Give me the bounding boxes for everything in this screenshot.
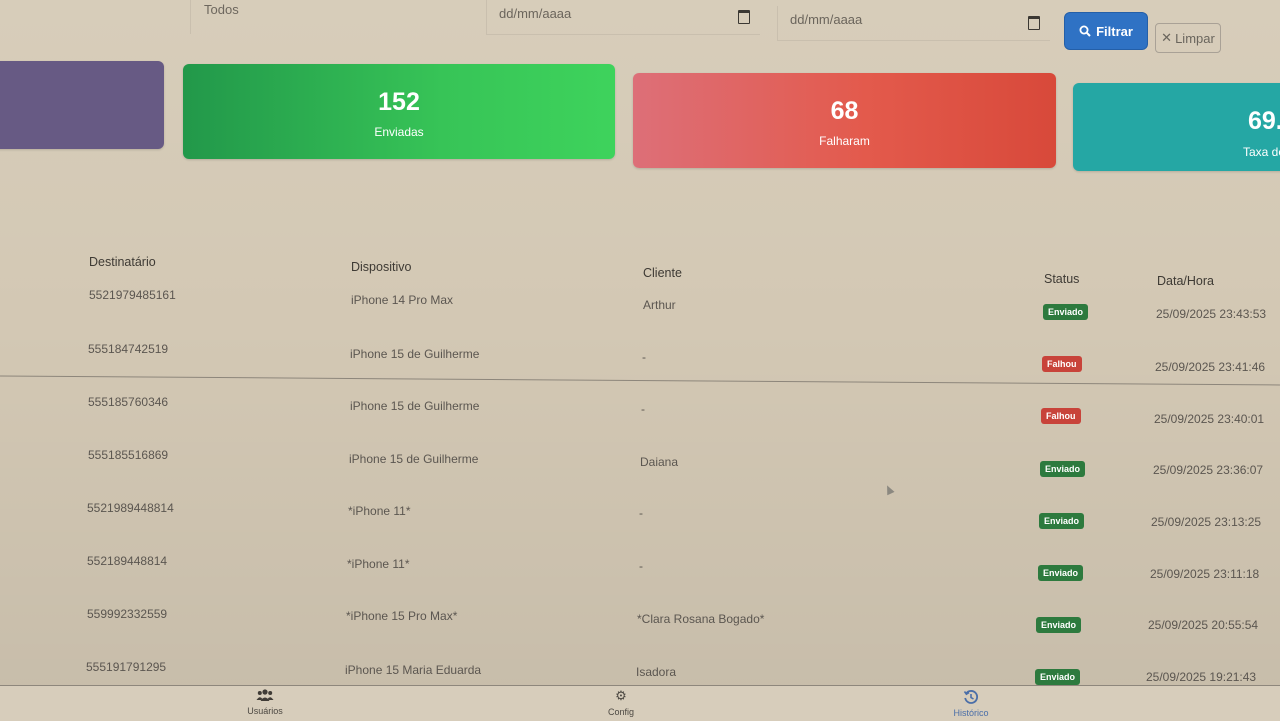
column-header-recipient: Destinatário: [89, 255, 156, 269]
nav-item-users[interactable]: Usuários: [225, 686, 305, 716]
stat-failed-label: Falharam: [819, 134, 870, 148]
stat-rate-label: Taxa de: [1243, 145, 1280, 159]
column-header-client: Cliente: [643, 266, 682, 280]
table-row[interactable]: 555185516869 iPhone 15 de Guilherme Daia…: [0, 448, 1280, 501]
column-header-device: Dispositivo: [351, 260, 412, 274]
table-row[interactable]: 555185760346 iPhone 15 de Guilherme - Fa…: [0, 395, 1280, 448]
start-date-input[interactable]: dd/mm/aaaa: [486, 0, 760, 35]
calendar-icon[interactable]: [1028, 16, 1040, 30]
cell-datetime: 25/09/2025 19:21:43: [1146, 670, 1257, 684]
stat-sent-label: Enviadas: [374, 125, 424, 139]
status-badge: Falhou: [1042, 356, 1082, 372]
stat-card-sent: 152 Enviadas: [183, 64, 615, 159]
column-header-status: Status: [1044, 272, 1080, 286]
stat-card-failed: 68 Falharam: [633, 73, 1056, 168]
cell-recipient: 552189448814: [87, 554, 168, 568]
nav-item-history[interactable]: Histórico: [931, 688, 1011, 718]
clear-button[interactable]: ✕ Limpar: [1155, 23, 1221, 53]
status-filter-value: Todos: [204, 2, 239, 17]
cell-datetime: 25/09/2025 23:11:18: [1150, 567, 1260, 581]
filter-button-label: Filtrar: [1096, 23, 1133, 39]
end-date-input[interactable]: dd/mm/aaaa: [777, 6, 1050, 41]
status-badge: Enviado: [1035, 669, 1081, 685]
cell-datetime: 25/09/2025 23:41:46: [1155, 360, 1266, 374]
table-row[interactable]: 5521979485161 iPhone 14 Pro Max Arthur E…: [0, 288, 1280, 341]
cell-datetime: 25/09/2025 23:43:53: [1156, 307, 1267, 321]
stat-sent-value: 152: [378, 88, 420, 116]
cell-recipient: 555184742519: [88, 342, 169, 356]
cell-device: iPhone 15 de Guilherme: [349, 452, 479, 466]
cell-recipient: 559992332559: [87, 607, 168, 621]
cell-client: -: [639, 506, 643, 520]
close-icon: ✕: [1161, 30, 1173, 45]
cell-recipient: 555185516869: [88, 448, 169, 462]
cell-device: *iPhone 11*: [348, 504, 411, 518]
users-icon: [256, 689, 274, 701]
cell-recipient: 5521989448814: [87, 501, 174, 515]
cell-datetime: 25/09/2025 20:55:54: [1148, 618, 1259, 632]
status-badge: Enviado: [1043, 304, 1089, 320]
gear-icon: ⚙: [615, 688, 627, 703]
end-date-placeholder: dd/mm/aaaa: [790, 12, 863, 27]
status-badge: Enviado: [1038, 565, 1084, 581]
table-row[interactable]: 559992332559 *iPhone 15 Pro Max* *Clara …: [0, 607, 1280, 660]
table-row[interactable]: 552189448814 *iPhone 11* - Enviado 25/09…: [0, 554, 1280, 607]
cell-datetime: 25/09/2025 23:13:25: [1151, 515, 1262, 529]
clear-button-label: Limpar: [1175, 30, 1215, 46]
stat-card-total: [0, 61, 164, 149]
nav-history-label: Histórico: [953, 708, 989, 718]
cell-device: iPhone 15 de Guilherme: [350, 399, 480, 413]
table-row[interactable]: 5521989448814 *iPhone 11* - Enviado 25/0…: [0, 501, 1280, 554]
cell-device: *iPhone 11*: [347, 557, 410, 571]
filter-bar: Todos dd/mm/aaaa dd/mm/aaaa Filtrar ✕ Li…: [0, 0, 1280, 60]
status-badge: Enviado: [1036, 617, 1082, 633]
cell-device: *iPhone 15 Pro Max*: [346, 609, 458, 623]
nav-config-label: Config: [607, 707, 634, 717]
cell-device: iPhone 15 de Guilherme: [350, 347, 480, 361]
cell-recipient: 555191791295: [86, 660, 167, 674]
cell-device: iPhone 14 Pro Max: [351, 293, 454, 307]
cell-device: iPhone 15 Maria Eduarda: [345, 663, 482, 677]
cell-client: Arthur: [643, 298, 676, 312]
search-icon: [1079, 25, 1091, 37]
stat-card-rate: 69. Taxa de: [1073, 83, 1280, 171]
status-badge: Enviado: [1040, 461, 1086, 477]
cell-recipient: 5521979485161: [89, 288, 176, 302]
cell-client: Daiana: [640, 455, 679, 469]
calendar-icon[interactable]: [738, 10, 750, 24]
cell-client: -: [639, 559, 643, 573]
table-row[interactable]: 555184742519 iPhone 15 de Guilherme - Fa…: [0, 341, 1280, 394]
cell-client: Isadora: [636, 665, 677, 679]
status-badge: Enviado: [1039, 513, 1085, 529]
filter-button[interactable]: Filtrar: [1064, 12, 1148, 50]
history-icon: [963, 690, 978, 704]
column-header-datetime: Data/Hora: [1157, 274, 1214, 288]
bottom-nav: Usuários ⚙ Config Histórico: [0, 685, 1280, 721]
cell-datetime: 25/09/2025 23:40:01: [1154, 412, 1265, 426]
cell-client: -: [641, 402, 645, 416]
status-badge: Falhou: [1041, 408, 1081, 424]
nav-item-config[interactable]: ⚙ Config: [581, 687, 661, 717]
status-filter-select[interactable]: Todos: [190, 0, 461, 34]
cell-recipient: 555185760346: [88, 395, 169, 409]
nav-users-label: Usuários: [247, 706, 283, 716]
stat-failed-value: 68: [830, 97, 859, 125]
cell-datetime: 25/09/2025 23:36:07: [1153, 463, 1264, 477]
cell-client: -: [642, 350, 646, 364]
stat-rate-value: 69.: [1248, 107, 1280, 135]
start-date-placeholder: dd/mm/aaaa: [499, 6, 572, 21]
cell-client: *Clara Rosana Bogado*: [637, 612, 765, 626]
